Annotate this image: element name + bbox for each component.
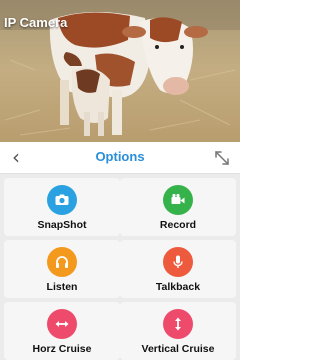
back-chevron-icon[interactable]: ‹ <box>4 145 28 169</box>
camera-title: IP Camera <box>4 15 68 30</box>
headphones-icon <box>47 247 77 277</box>
fullscreen-expand-icon[interactable] <box>212 148 232 168</box>
horz-cruise-button[interactable]: Horz Cruise <box>4 302 120 360</box>
options-grid: SnapShot Record Listen Talkback Horz Cru… <box>0 174 240 360</box>
microphone-icon <box>163 247 193 277</box>
listen-label: Listen <box>46 281 78 293</box>
snapshot-button[interactable]: SnapShot <box>4 178 120 236</box>
listen-button[interactable]: Listen <box>4 240 120 298</box>
camera-icon <box>47 185 77 215</box>
vertical-cruise-label: Vertical Cruise <box>141 343 215 355</box>
snapshot-label: SnapShot <box>37 219 87 231</box>
talkback-button[interactable]: Talkback <box>120 240 236 298</box>
record-label: Record <box>159 219 197 231</box>
camera-video-feed[interactable]: IP Camera <box>0 0 240 142</box>
record-button[interactable]: Record <box>120 178 236 236</box>
video-camera-icon <box>163 185 193 215</box>
vertical-cruise-button[interactable]: Vertical Cruise <box>120 302 236 360</box>
horizontal-arrows-icon <box>47 309 77 339</box>
vertical-arrows-icon <box>163 309 193 339</box>
options-title[interactable]: Options <box>70 149 170 164</box>
horz-cruise-label: Horz Cruise <box>32 343 92 355</box>
options-bar: ‹ Options <box>0 142 240 174</box>
talkback-label: Talkback <box>155 281 201 293</box>
